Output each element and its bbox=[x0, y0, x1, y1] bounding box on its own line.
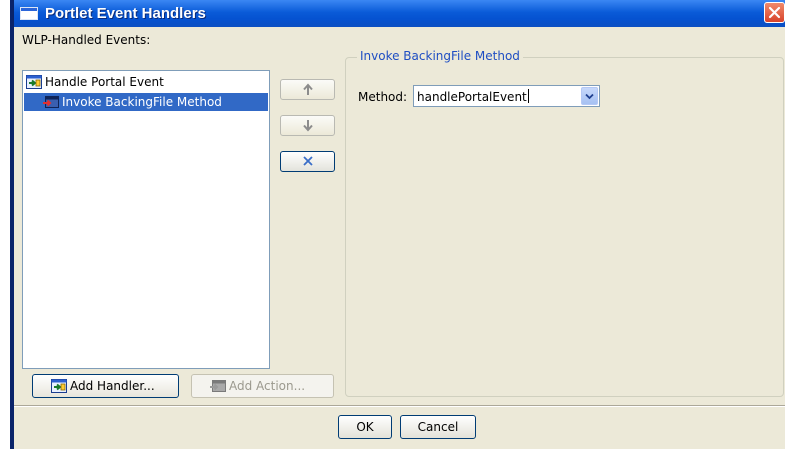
method-label: Method: bbox=[358, 90, 408, 104]
title-bar[interactable]: Portlet Event Handlers bbox=[14, 0, 785, 27]
tree-item-label: Invoke BackingFile Method bbox=[62, 95, 222, 109]
chevron-down-icon bbox=[585, 93, 594, 100]
method-panel bbox=[345, 57, 784, 397]
event-handler-icon bbox=[26, 74, 42, 89]
action-icon bbox=[43, 95, 59, 108]
arrow-down-icon bbox=[302, 120, 313, 132]
arrow-up-icon bbox=[302, 83, 313, 95]
method-input[interactable]: handlePortalEvent bbox=[417, 89, 529, 104]
window-title: Portlet Event Handlers bbox=[45, 5, 206, 22]
method-combobox[interactable]: handlePortalEvent bbox=[413, 85, 600, 107]
cancel-button[interactable]: Cancel bbox=[400, 415, 476, 439]
add-handler-label: Add Handler... bbox=[70, 379, 155, 393]
window-icon bbox=[20, 7, 38, 20]
footer-divider-highlight bbox=[14, 406, 785, 407]
add-handler-button[interactable]: Add Handler... bbox=[32, 374, 179, 398]
add-action-label: Add Action... bbox=[229, 379, 306, 393]
tree-item-invoke-backingfile-method[interactable]: Invoke BackingFile Method bbox=[24, 93, 268, 111]
action-icon bbox=[210, 379, 226, 392]
close-button[interactable] bbox=[764, 2, 785, 23]
move-down-button[interactable] bbox=[280, 115, 335, 136]
dialog-window: Portlet Event Handlers WLP-Handled Event… bbox=[10, 0, 785, 449]
add-action-button[interactable]: Add Action... bbox=[191, 374, 334, 398]
tree-item-label: Handle Portal Event bbox=[45, 75, 164, 89]
text-caret bbox=[527, 89, 529, 103]
close-icon bbox=[768, 6, 781, 19]
move-up-button[interactable] bbox=[280, 79, 335, 100]
events-tree[interactable]: Handle Portal Event Invoke BackingFile M… bbox=[22, 70, 270, 369]
events-label: WLP-Handled Events: bbox=[22, 33, 151, 47]
method-value: handlePortalEvent bbox=[417, 90, 527, 104]
close-x-icon bbox=[302, 156, 313, 166]
ok-button[interactable]: OK bbox=[338, 415, 392, 439]
method-panel-title: Invoke BackingFile Method bbox=[357, 49, 523, 63]
method-dropdown-button[interactable] bbox=[581, 87, 598, 105]
tree-item-handle-portal-event[interactable]: Handle Portal Event bbox=[26, 73, 164, 91]
remove-button[interactable] bbox=[280, 151, 335, 172]
event-handler-icon bbox=[51, 378, 67, 393]
